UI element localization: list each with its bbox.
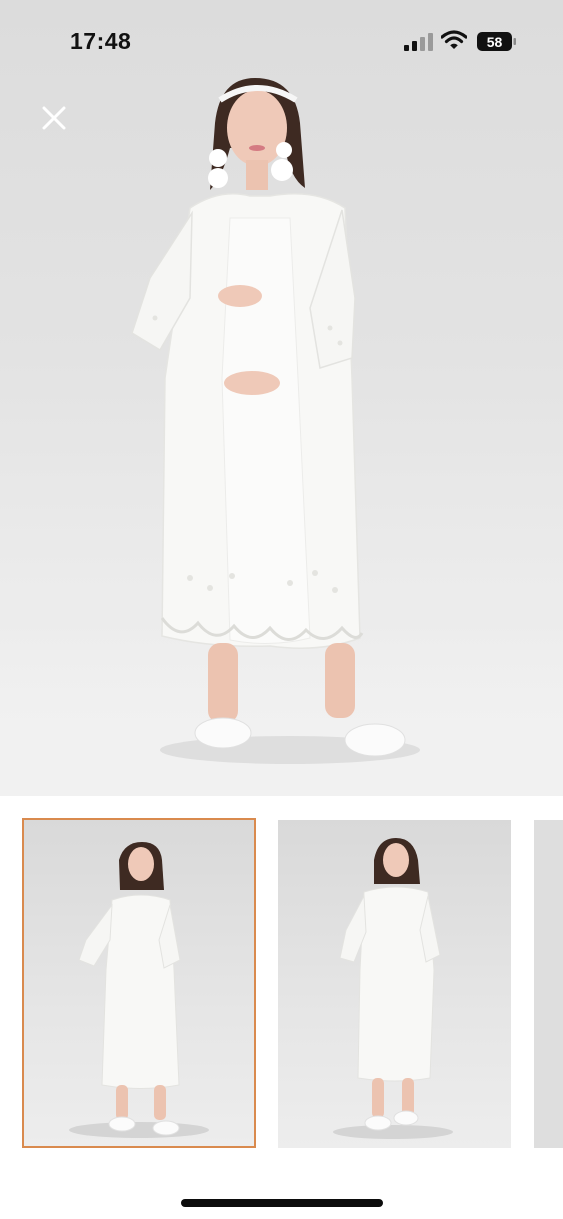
battery-level: 58 <box>487 34 503 50</box>
home-indicator[interactable] <box>181 1199 383 1207</box>
model-figure-image <box>131 78 420 764</box>
thumbnail-3[interactable] <box>534 820 563 1148</box>
thumbnail-strip[interactable] <box>0 818 563 1150</box>
thumbnail-2[interactable] <box>278 820 511 1148</box>
main-image-viewer[interactable] <box>0 0 563 796</box>
thumbnail-2-image <box>333 838 453 1139</box>
battery-icon: 58 <box>477 32 516 51</box>
wifi-icon <box>441 30 467 49</box>
thumbnail-1-image <box>69 842 209 1138</box>
signal-icon <box>404 33 433 51</box>
thumbnail-1[interactable] <box>22 818 256 1148</box>
status-time: 17:48 <box>70 28 132 54</box>
status-bar: 17:48 58 <box>0 0 563 80</box>
close-icon[interactable] <box>36 100 72 136</box>
